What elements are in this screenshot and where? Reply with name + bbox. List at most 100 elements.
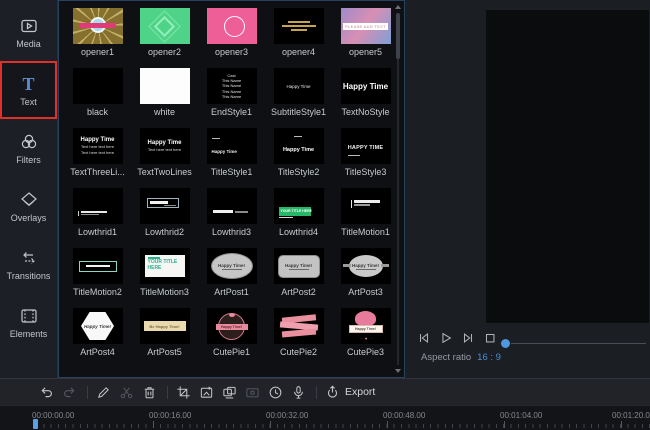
template-thumbnail: Happy Time [273,128,324,164]
template-item-black[interactable]: black [64,68,131,128]
template-item-opener3[interactable]: opener3 [198,8,265,68]
template-item-subtitlestyle1[interactable]: Happy Time SubtitleStyle1 [265,68,332,128]
media-icon [19,16,39,36]
undo-icon[interactable] [39,385,54,400]
template-item-artpost1[interactable]: Happy Time! ArtPost1 [198,248,265,308]
sidebar-label-transitions: Transitions [6,270,51,281]
export-icon [325,385,340,400]
template-item-textnostyle[interactable]: Happy Time TextNoStyle [332,68,399,128]
ruler-timestamp: 00:00:00.00 [32,411,75,420]
template-thumbnail [206,188,257,224]
seek-bar[interactable] [501,338,646,348]
duration-clock-icon[interactable] [268,385,283,400]
template-label: TitleStyle3 [344,167,387,177]
template-item-lowthrid2[interactable]: Lowthrid2 [131,188,198,248]
template-item-titlemotion2[interactable]: TitleMotion2 [64,248,131,308]
ruler-timestamp: 00:00:32.00 [266,411,309,420]
template-thumbnail: Happy Time! [206,248,257,284]
template-item-titlemotion3[interactable]: YOUR TITLE HERE TitleMotion3 [131,248,198,308]
template-item-textthreelines[interactable]: Happy Time Text here text here Text here t… [64,128,131,188]
template-item-artpost2[interactable]: Happy Time! ArtPost2 [265,248,332,308]
scrollbar-thumb[interactable] [396,13,400,59]
template-thumbnail: Be Happy Time! [139,308,190,344]
scroll-down-icon[interactable] [395,369,401,373]
template-item-artpost5[interactable]: Be Happy Time! ArtPost5 [131,308,198,368]
seek-handle[interactable] [501,339,510,348]
template-item-texttwolines[interactable]: Happy Time Text here text here TextTwoLin… [131,128,198,188]
template-item-titlestyle3[interactable]: HAPPY TIME TitleStyle3 [332,128,399,188]
template-label: ArtPost4 [80,347,115,357]
templates-scrollbar[interactable] [394,3,402,375]
template-item-artpost4[interactable]: Happy Time! ArtPost4 [64,308,131,368]
template-item-opener5[interactable]: PLEASE ADD TEXT opener5 [332,8,399,68]
voiceover-mic-icon[interactable] [291,385,306,400]
template-label: TitleStyle2 [277,167,320,177]
split-scissors-icon[interactable] [119,385,134,400]
template-item-opener2[interactable]: opener2 [131,8,198,68]
filters-icon [19,132,39,152]
template-item-cutepie1[interactable]: Happy Time! CutePie1 [198,308,265,368]
template-item-white[interactable]: white [131,68,198,128]
template-item-artpost3[interactable]: Happy Time! ArtPost3 [332,248,399,308]
export-button[interactable]: Export [325,385,375,400]
redo-icon[interactable] [62,385,77,400]
template-item-opener4[interactable]: opener4 [265,8,332,68]
template-thumbnail [206,8,257,44]
sidebar-item-text[interactable]: T Text [0,61,57,119]
sidebar-label-overlays: Overlays [10,212,47,223]
aspect-ratio-value[interactable]: 16 : 9 [477,352,501,363]
elements-icon [19,306,39,326]
template-thumbnail: YOUR TITLE HERE [139,248,190,284]
next-frame-icon[interactable] [461,331,475,345]
playhead[interactable] [33,419,38,429]
edit-pencil-icon[interactable] [96,385,111,400]
text-icon: T [22,73,35,94]
template-label: black [86,107,108,117]
freeze-frame-icon[interactable] [222,385,237,400]
template-item-endstyle1[interactable]: Cast This Name This Name This Name This Name… [198,68,265,128]
main-area: Media T Text Filters Overlays Transition… [0,0,650,378]
template-item-lowthrid3[interactable]: Lowthrid3 [198,188,265,248]
delete-trash-icon[interactable] [142,385,157,400]
template-thumbnail: Happy Time! [206,308,257,344]
zoom-frame-icon[interactable] [199,385,214,400]
template-label: opener1 [80,47,115,57]
template-item-titlestyle1[interactable]: Happy Time TitleStyle1 [198,128,265,188]
template-label: TitleMotion1 [341,227,390,237]
template-label: CutePie1 [212,347,251,357]
template-thumbnail [139,68,190,104]
sidebar-label-filters: Filters [16,154,41,165]
template-thumbnail: Happy Time [206,128,257,164]
play-icon[interactable] [439,331,453,345]
template-label: Lowthrid4 [278,227,319,237]
sidebar-item-transitions[interactable]: Transitions [0,235,57,293]
template-item-lowthrid1[interactable]: Lowthrid1 [64,188,131,248]
template-item-cutepie2[interactable]: CutePie2 [265,308,332,368]
sidebar-item-elements[interactable]: Elements [0,293,57,351]
transitions-icon [19,248,39,268]
sidebar-item-media[interactable]: Media [0,3,57,61]
template-label: CutePie2 [279,347,318,357]
sidebar-item-overlays[interactable]: Overlays [0,177,57,235]
template-label: ArtPost2 [281,287,316,297]
template-item-lowthrid4[interactable]: YOUR TITLE HERE Lowthrid4 [265,188,332,248]
template-thumbnail [72,8,123,44]
template-item-cutepie3[interactable]: Happy Time! · ♥ · CutePie3 [332,308,399,368]
stop-icon[interactable] [483,331,497,345]
timeline-ruler[interactable]: 00:00:00.00 00:00:16.00 00:00:32.00 00:0… [0,405,650,430]
template-item-titlemotion1[interactable]: TitleMotion1 [332,188,399,248]
template-thumbnail [72,188,123,224]
mosaic-icon[interactable] [245,385,260,400]
template-thumbnail [72,68,123,104]
text-templates-panel: opener1 opener2 opener3 opener4 PLEASE A… [58,0,405,378]
scroll-up-icon[interactable] [395,5,401,9]
template-label: opener5 [348,47,383,57]
crop-icon[interactable] [176,385,191,400]
template-item-opener1[interactable]: opener1 [64,8,131,68]
sidebar-label-elements: Elements [9,328,48,339]
template-thumbnail: Happy Time Text here text here Text here t… [72,128,123,164]
previous-frame-icon[interactable] [417,331,431,345]
sidebar-item-filters[interactable]: Filters [0,119,57,177]
ruler-timestamp: 00:00:48.00 [383,411,426,420]
template-item-titlestyle2[interactable]: Happy Time TitleStyle2 [265,128,332,188]
